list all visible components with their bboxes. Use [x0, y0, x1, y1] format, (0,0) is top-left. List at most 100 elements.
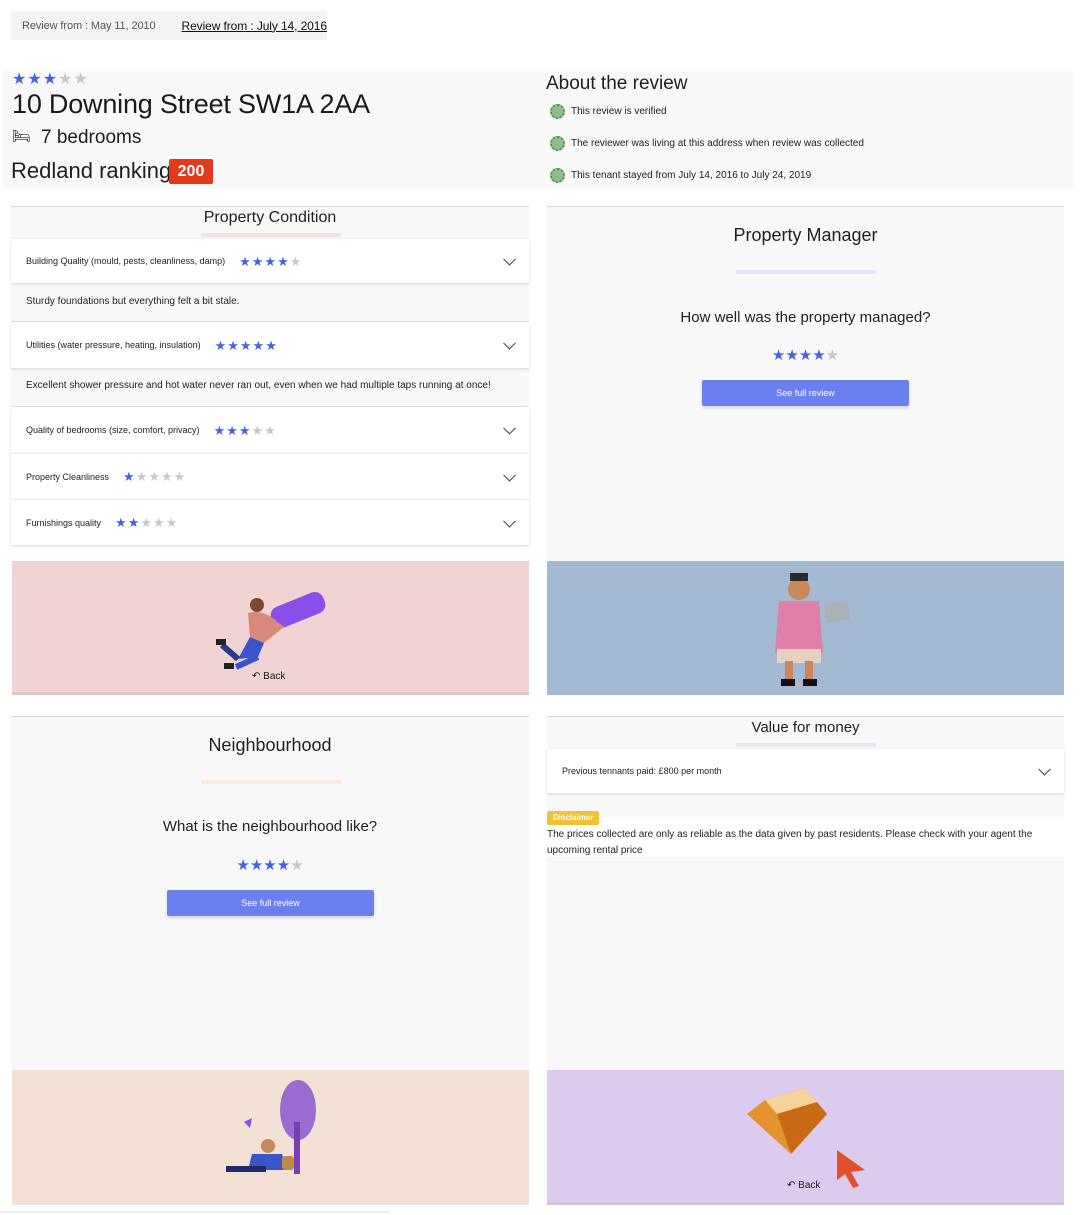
star-empty-icon: ★: [135, 469, 148, 484]
disclaimer-text: The prices collected are only as reliabl…: [547, 829, 1033, 856]
star-empty-icon: ★: [153, 515, 165, 530]
card-title: Neighbourhood: [208, 735, 332, 755]
about-item-stay-dates: This tenant stayed from July 14, 2016 to…: [550, 168, 811, 183]
star-filled-icon: ★: [264, 253, 277, 269]
neighbourhood-illustration: [12, 1070, 529, 1205]
footer-divider: [0, 1211, 390, 1213]
rating-stars: ★ ★ ★ ★ ★: [123, 470, 185, 483]
star-filled-icon: ★: [263, 857, 277, 874]
accordion-building-quality[interactable]: Building Quality (mould, pests, cleanlin…: [11, 239, 529, 283]
value-for-money-card: Value for money Previous tennants paid: …: [547, 716, 1064, 1070]
chevron-down-icon[interactable]: [1038, 762, 1051, 776]
star-filled-icon: ★: [812, 347, 826, 364]
star-filled-icon: ★: [239, 337, 252, 353]
rating-stars: ★ ★ ★ ★ ★: [239, 255, 301, 268]
title-underline: [201, 233, 341, 237]
star-filled-icon: ★: [226, 422, 238, 438]
star-empty-icon: ★: [825, 347, 840, 364]
accordion-utilities[interactable]: Utilities (water pressure, heating, insu…: [11, 322, 529, 368]
neighbourhood-question: What is the neighbourhood like?: [162, 818, 378, 835]
accordion-furnishings[interactable]: Furnishings quality ★ ★ ★ ★ ★: [11, 499, 529, 545]
back-link[interactable]: ↶ Back: [787, 1180, 820, 1191]
accordion-label: Property Cleanliness: [26, 471, 110, 482]
chevron-down-icon[interactable]: [503, 336, 516, 350]
neighbourhood-card: Neighbourhood What is the neighbourhood …: [11, 716, 529, 1070]
star-empty-icon: ★: [148, 469, 161, 484]
star-filled-icon: ★: [249, 857, 264, 874]
accordion-label: Furnishings quality: [26, 517, 102, 528]
star-empty-icon: ★: [140, 515, 153, 530]
bed-icon: 🛏: [12, 128, 32, 145]
review-tabs: Review from : May 11, 2010 Review from :…: [11, 11, 327, 40]
star-empty-icon: ★: [264, 422, 276, 438]
verified-badge-icon: [550, 104, 565, 119]
chevron-down-icon[interactable]: [503, 514, 516, 528]
accordion-previous-rent[interactable]: Previous tennants paid: £800 per month: [547, 749, 1064, 793]
back-label: Back: [798, 1180, 821, 1191]
property-manager-card: Property Manager How well was the proper…: [547, 206, 1064, 561]
star-empty-icon: ★: [173, 469, 186, 484]
star-filled-icon: ★: [771, 347, 786, 364]
neighbourhood-rating-stars: ★ ★ ★ ★ ★: [11, 858, 529, 873]
disclaimer-badge: Disclaimer: [547, 811, 600, 825]
card-title: Property Manager: [733, 225, 878, 245]
review-tab-2016[interactable]: Review from : July 14, 2016: [156, 19, 327, 33]
about-item-text: The reviewer was living at this address …: [571, 138, 864, 149]
rating-stars: ★ ★ ★ ★ ★: [214, 424, 276, 437]
header-panel: ★ ★ ★ ★ ★ 10 Downing Street SW1A 2AA 🛏 7 bed…: [3, 71, 1073, 189]
rating-stars: ★ ★ ★ ★ ★: [215, 339, 277, 352]
star-filled-icon: ★: [236, 857, 250, 874]
accordion-label: Building Quality (mould, pests, cleanlin…: [26, 256, 226, 266]
star-filled-icon: ★: [265, 337, 277, 353]
review-tab-2010[interactable]: Review from : May 11, 2010: [11, 20, 156, 32]
about-item-text: This tenant stayed from July 14, 2016 to…: [571, 170, 812, 181]
back-label: Back: [263, 671, 286, 682]
accordion-label: Quality of bedrooms (size, comfort, priv…: [26, 425, 200, 435]
star-filled-icon: ★: [252, 337, 265, 353]
chevron-down-icon[interactable]: [503, 468, 516, 482]
star-filled-icon: ★: [12, 71, 27, 88]
manager-illustration: [547, 561, 1064, 695]
star-filled-icon: ★: [277, 253, 289, 269]
card-title: Property Condition: [203, 209, 337, 226]
star-filled-icon: ★: [213, 422, 226, 438]
ranking-label: Redland ranking:: [11, 158, 178, 183]
star-filled-icon: ★: [276, 857, 291, 874]
star-filled-icon: ★: [42, 71, 58, 88]
see-full-review-button[interactable]: See full review: [167, 890, 374, 916]
star-empty-icon: ★: [73, 71, 88, 88]
star-empty-icon: ★: [290, 857, 304, 874]
star-empty-icon: ★: [58, 71, 73, 88]
title-underline: [736, 270, 876, 274]
see-full-review-button[interactable]: See full review: [702, 380, 909, 406]
property-address: 10 Downing Street SW1A 2AA: [12, 89, 370, 119]
back-arrow-icon: ↶: [787, 1180, 796, 1191]
condition-illustration: ↶ Back: [12, 561, 529, 695]
chevron-down-icon[interactable]: [503, 421, 516, 435]
back-link[interactable]: ↶ Back: [252, 671, 285, 682]
title-underline: [736, 743, 876, 747]
star-filled-icon: ★: [127, 515, 140, 530]
rating-stars: ★ ★ ★ ★ ★: [115, 516, 177, 529]
title-underline: [201, 780, 341, 784]
star-empty-icon: ★: [161, 469, 173, 484]
accordion-cleanliness[interactable]: Property Cleanliness ★ ★ ★ ★ ★: [11, 453, 529, 499]
about-item-verified: This review is verified: [550, 104, 667, 119]
accordion-bedrooms-quality[interactable]: Quality of bedrooms (size, comfort, priv…: [11, 407, 529, 453]
star-filled-icon: ★: [238, 422, 251, 438]
star-filled-icon: ★: [239, 253, 251, 269]
ranking-badge: 200: [169, 159, 213, 184]
review-comment: Sturdy foundations but everything felt a…: [26, 296, 240, 307]
star-filled-icon: ★: [251, 253, 264, 269]
star-filled-icon: ★: [798, 347, 813, 364]
star-filled-icon: ★: [214, 337, 227, 353]
star-empty-icon: ★: [289, 253, 302, 269]
chevron-down-icon[interactable]: [503, 252, 516, 266]
about-item-resident: The reviewer was living at this address …: [550, 136, 864, 151]
verified-badge-icon: [550, 168, 565, 183]
star-filled-icon: ★: [785, 347, 799, 364]
overall-rating-stars: ★ ★ ★ ★ ★: [12, 72, 88, 88]
star-empty-icon: ★: [165, 515, 178, 530]
man-with-laptop-illustration: [775, 573, 851, 686]
star-empty-icon: ★: [251, 422, 264, 438]
